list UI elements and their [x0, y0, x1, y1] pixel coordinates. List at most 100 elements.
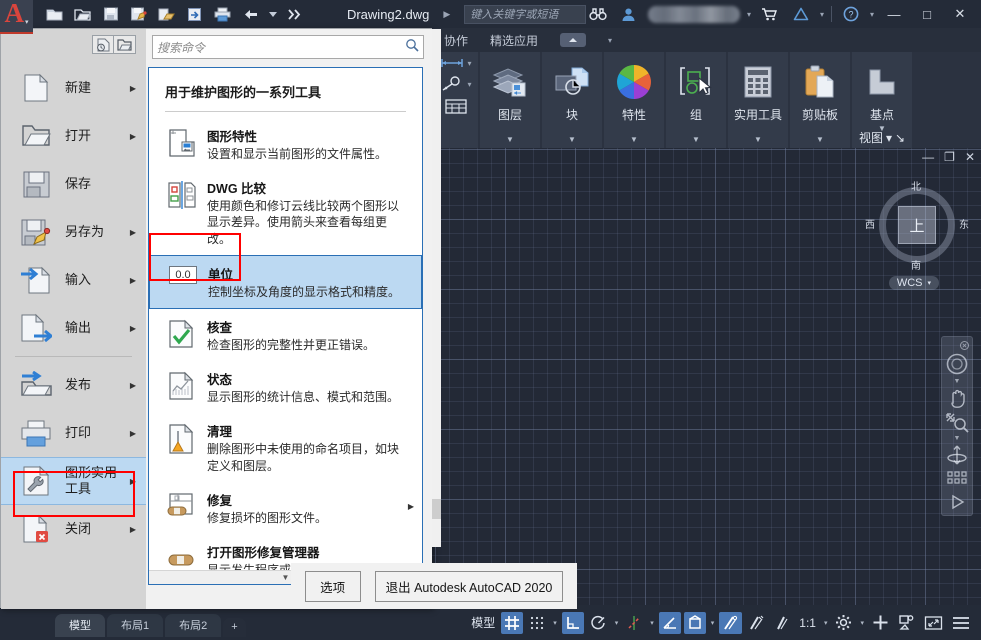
chevron-right-icon[interactable]: ▶ [130, 381, 136, 390]
save-as-icon[interactable] [127, 3, 151, 25]
ortho-mode-toggle[interactable] [561, 611, 584, 634]
utilities-panel-expand-icon[interactable]: ▼ [754, 135, 762, 144]
ribbon-panel-clipboard[interactable]: 剪贴板 ▼ [790, 52, 850, 148]
annotation-scale-value[interactable]: 1:1 [796, 612, 819, 634]
help-search-input[interactable]: 键入关键字或短语 [464, 4, 586, 24]
plot-open-icon[interactable] [155, 3, 179, 25]
polar-tracking-toggle[interactable] [587, 612, 610, 634]
layers-panel-expand-icon[interactable]: ▼ [506, 135, 514, 144]
share-icon[interactable] [183, 3, 207, 25]
chevron-right-icon[interactable]: ▶ [130, 525, 136, 534]
compass-north-label[interactable]: 北 [911, 178, 921, 193]
block-panel-expand-icon[interactable]: ▼ [568, 135, 576, 144]
ribbon-panel-properties[interactable]: 特性 ▼ [604, 52, 664, 148]
autodesk-store-cart-icon[interactable] [758, 3, 782, 25]
navbar-close-icon[interactable] [960, 341, 969, 350]
zoom-chevron-icon[interactable]: ▼ [954, 435, 961, 442]
properties-panel-expand-icon[interactable]: ▼ [630, 135, 638, 144]
options-button[interactable]: 选项 [304, 570, 361, 602]
customization-icon[interactable] [869, 612, 892, 634]
chevron-right-icon[interactable]: ▶ [130, 228, 136, 237]
account-avatar-icon[interactable] [617, 3, 641, 25]
submenu-item-units[interactable]: 0.0 单位 控制坐标及角度的显示格式和精度。 [149, 254, 422, 309]
drawing-canvas[interactable]: — ❐ ✕ 上 北 南 西 东 WCS ▾ ▼ ▼ [432, 148, 981, 605]
layout-tab-layout1[interactable]: 布局1 [107, 614, 164, 637]
menu-item-import[interactable]: 输入 ▶ [1, 256, 146, 304]
object-snap-tracking-toggle[interactable] [623, 612, 645, 634]
layout-tab-layout2[interactable]: 布局2 [165, 614, 222, 637]
help-icon[interactable]: ? [839, 3, 863, 25]
chevron-right-icon[interactable]: ▶ [130, 276, 136, 285]
view-cube-top-face[interactable]: 上 [898, 206, 936, 244]
command-search-input[interactable]: 搜索命令 [152, 35, 424, 59]
account-name-redacted[interactable] [647, 5, 740, 23]
view-dropdown-row[interactable]: 视图 ▾ ↘ [859, 129, 905, 146]
tab-featured-apps[interactable]: 精选应用 [490, 32, 538, 49]
chevron-right-icon[interactable]: ▶ [130, 324, 136, 333]
compass-south-label[interactable]: 南 [911, 257, 921, 272]
ribbon-panel-basepoint[interactable]: 基点 ▼ 视图 ▾ ↘ [852, 52, 912, 148]
isolate-objects-icon[interactable] [895, 612, 918, 634]
view-cube[interactable]: 上 北 南 西 东 [865, 182, 969, 272]
ribbon-panel-layers[interactable]: 图层 ▼ [480, 52, 540, 148]
compass-east-label[interactable]: 东 [959, 216, 969, 231]
more-icon[interactable] [283, 3, 307, 25]
scale-chevron-icon[interactable]: ▾ [822, 619, 830, 627]
account-chevron-icon[interactable]: ▾ [747, 10, 751, 19]
menu-item-open[interactable]: 打开 ▶ [1, 112, 146, 160]
ribbon-panel-utilities[interactable]: 实用工具 ▼ [728, 52, 788, 148]
osnap-tracking-chevron-icon[interactable]: ▾ [648, 619, 656, 627]
search-binoculars-icon[interactable] [586, 3, 610, 25]
chevron-right-icon[interactable]: ▶ [130, 477, 136, 486]
lineweight-toggle[interactable] [719, 611, 743, 634]
layout-tab-model[interactable]: 模型 [55, 614, 105, 637]
viewport-minimize-button[interactable]: — [922, 150, 934, 164]
application-menu-button[interactable]: A ▾ [0, 0, 33, 34]
workspace-settings-icon[interactable] [832, 612, 855, 634]
menu-item-new[interactable]: 新建 ▶ [1, 64, 146, 112]
play-icon[interactable] [947, 492, 967, 512]
submenu-item-status[interactable]: 状态 显示图形的统计信息、模式和范围。 [149, 361, 422, 413]
orbit-icon[interactable] [946, 444, 968, 468]
compass-west-label[interactable]: 西 [865, 216, 875, 231]
grid-display-toggle[interactable] [501, 611, 524, 634]
ribbon-minimize-chevron-icon[interactable]: ▾ [608, 36, 612, 45]
exit-autocad-button[interactable]: 退出 Autodesk AutoCAD 2020 [374, 570, 564, 602]
view-chevron-icon[interactable]: ▾ [886, 131, 892, 145]
new-file-icon[interactable] [43, 3, 67, 25]
undo-icon[interactable] [239, 3, 263, 25]
title-chevron-icon[interactable]: ▶ [443, 9, 450, 20]
leader-tool[interactable]: ▾ [439, 76, 472, 92]
pan-icon[interactable] [946, 387, 968, 409]
recent-documents-toggle[interactable] [92, 35, 114, 54]
viewport-close-button[interactable]: ✕ [965, 150, 975, 164]
zoom-extents-icon[interactable] [945, 411, 969, 433]
ribbon-panel-block[interactable]: 块 ▼ [542, 52, 602, 148]
undo-dropdown-icon[interactable] [267, 3, 279, 25]
ucs-selector[interactable]: WCS ▾ [888, 276, 939, 290]
save-icon[interactable] [99, 3, 123, 25]
dimension-tool[interactable]: ▾ [439, 56, 472, 70]
hamburger-menu-icon[interactable] [949, 612, 973, 634]
search-icon[interactable] [405, 38, 419, 57]
leader-chevron-icon[interactable]: ▾ [467, 80, 471, 89]
view-dialog-launcher-icon[interactable]: ↘ [895, 131, 905, 145]
autodesk-app-icon[interactable] [789, 3, 813, 25]
ucs-chevron-icon[interactable]: ▾ [927, 279, 931, 287]
chevron-right-icon[interactable]: ▶ [130, 132, 136, 141]
open-documents-toggle[interactable] [114, 35, 136, 54]
snap-chevron-icon[interactable]: ▾ [551, 619, 559, 627]
chevron-down-icon[interactable]: ▾ [25, 18, 29, 26]
dimension-chevron-icon[interactable]: ▾ [467, 59, 471, 68]
menu-item-save[interactable]: 保存 [1, 160, 146, 208]
chevron-right-icon[interactable]: ▶ [130, 84, 136, 93]
minimize-button[interactable]: — [881, 7, 907, 22]
scrollbar-thumb[interactable] [432, 499, 441, 519]
clipboard-panel-expand-icon[interactable]: ▼ [816, 135, 824, 144]
menu-item-print[interactable]: 打印 ▶ [1, 409, 146, 457]
menu-item-save-as[interactable]: 另存为 ▶ [1, 208, 146, 256]
submenu-item-purge[interactable]: 清理 删除图形中未使用的命名项目，如块定义和图层。 [149, 413, 422, 481]
tab-collaborate[interactable]: 协作 [444, 32, 468, 49]
close-button[interactable]: ✕ [947, 6, 973, 22]
workspace-chevron-icon[interactable]: ▾ [858, 619, 866, 627]
